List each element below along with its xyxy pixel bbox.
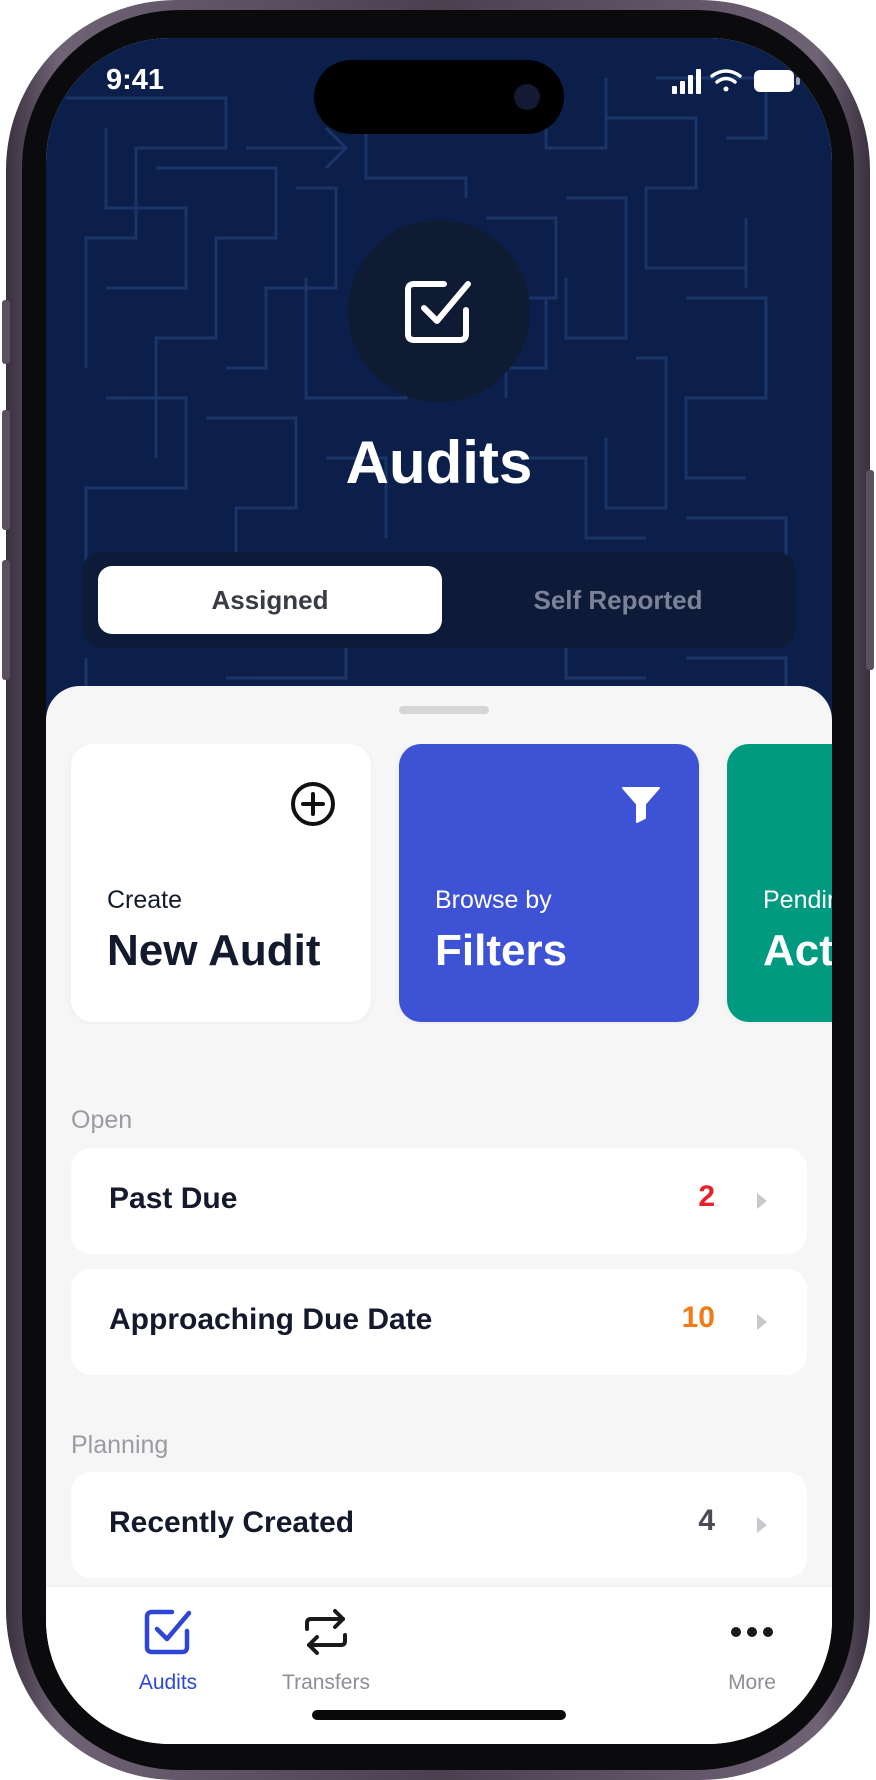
- cellular-signal-icon: [672, 69, 701, 94]
- section-label-planning: Planning: [71, 1431, 169, 1459]
- tab-bar: Audits Transfers More: [46, 1586, 832, 1744]
- list-item-approaching-due-date[interactable]: Approaching Due Date 10: [71, 1269, 807, 1375]
- quick-actions-carousel[interactable]: Create New Audit Browse by Filters Pendi…: [46, 744, 832, 1024]
- page-title: Audits: [345, 429, 533, 496]
- tab-label: Transfers: [282, 1671, 370, 1694]
- segmented-control: Assigned Self Reported: [82, 552, 796, 648]
- power-button: [866, 470, 874, 670]
- browse-by-filters-card[interactable]: Browse by Filters: [399, 744, 699, 1022]
- card-title: Filters: [435, 926, 568, 975]
- card-title: Actions: [763, 926, 832, 975]
- list-item-recently-created[interactable]: Recently Created 4: [71, 1472, 807, 1578]
- filter-icon: [622, 787, 660, 823]
- create-new-audit-card[interactable]: Create New Audit: [71, 744, 371, 1022]
- item-label: Recently Created: [109, 1506, 355, 1539]
- item-label: Past Due: [109, 1182, 238, 1215]
- more-dots-icon: [731, 1627, 773, 1637]
- card-title: New Audit: [107, 926, 321, 975]
- item-count: 10: [681, 1301, 715, 1334]
- item-count: 4: [698, 1504, 715, 1537]
- item-count: 2: [698, 1180, 715, 1213]
- audits-check-icon: [144, 1609, 192, 1655]
- list-item-past-due[interactable]: Past Due 2: [71, 1148, 807, 1254]
- volume-up-button: [2, 410, 10, 530]
- battery-icon: [754, 70, 800, 92]
- section-label-open: Open: [71, 1106, 133, 1134]
- status-icons: [672, 69, 800, 94]
- card-subtitle: Pending: [763, 886, 832, 914]
- front-camera: [514, 84, 540, 110]
- add-circle-icon: [291, 782, 335, 826]
- app-screen: 9:41 Audits Assigned Self Reported Creat…: [46, 38, 832, 1744]
- tab-label: Audits: [138, 1671, 198, 1694]
- tab-transfers[interactable]: Transfers: [256, 1587, 396, 1707]
- tab-more[interactable]: More: [682, 1587, 822, 1707]
- sheet-grabber[interactable]: [399, 706, 489, 714]
- card-subtitle: Create: [107, 886, 183, 914]
- checkbox-icon: [405, 281, 471, 343]
- bottom-sheet: Create New Audit Browse by Filters Pendi…: [46, 686, 832, 1586]
- hero-icon-circle: [348, 220, 530, 402]
- segment-assigned[interactable]: Assigned: [98, 566, 442, 634]
- tab-label: More: [728, 1671, 776, 1694]
- volume-down-button: [2, 560, 10, 680]
- header: 9:41 Audits Assigned Self Reported: [46, 38, 832, 798]
- chevron-right-icon: [757, 1314, 767, 1330]
- transfer-arrows-icon: [305, 1609, 347, 1655]
- status-time: 9:41: [106, 64, 165, 96]
- chevron-right-icon: [757, 1517, 767, 1533]
- segment-self-reported[interactable]: Self Reported: [446, 566, 790, 634]
- chevron-right-icon: [757, 1193, 767, 1209]
- home-indicator: [312, 1710, 566, 1720]
- dynamic-island: [314, 60, 564, 134]
- item-label: Approaching Due Date: [109, 1303, 433, 1336]
- mute-switch: [2, 300, 10, 364]
- status-bar: 9:41: [46, 38, 832, 134]
- card-subtitle: Browse by: [435, 886, 552, 914]
- tab-audits[interactable]: Audits: [98, 1587, 238, 1707]
- pending-actions-card[interactable]: Pending Actions: [727, 744, 832, 1022]
- wifi-icon: [710, 69, 742, 92]
